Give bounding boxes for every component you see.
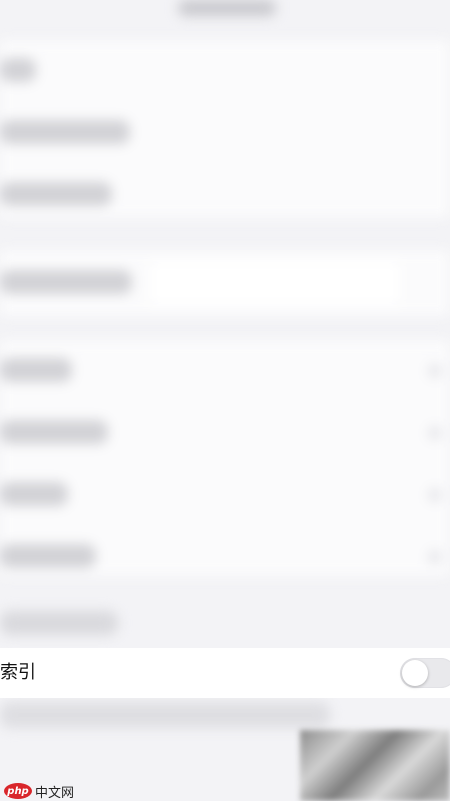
watermark-text: 中文网: [35, 785, 75, 801]
chevron-right-icon: [428, 488, 442, 502]
nav-title-placeholder: [178, 0, 276, 16]
settings-group-3: [0, 340, 450, 576]
settings-row: [0, 270, 132, 294]
watermark: php 中文网: [4, 781, 74, 801]
settings-row: [0, 120, 130, 144]
settings-row: [0, 482, 68, 506]
settings-group-1: [0, 40, 450, 218]
chevron-right-icon: [428, 426, 442, 440]
chevron-right-icon: [428, 550, 442, 564]
chevron-right-icon: [428, 364, 442, 378]
settings-row: [0, 358, 72, 382]
settings-row: [0, 58, 36, 82]
settings-row: [0, 182, 112, 206]
settings-row: [0, 544, 96, 568]
index-toggle-label: 索引: [0, 662, 36, 683]
index-toggle-switch[interactable]: [400, 658, 450, 688]
blurred-thumbnail-image: [300, 730, 450, 801]
blurred-input-field: [150, 262, 400, 304]
toggle-knob: [402, 660, 428, 686]
php-logo: php: [4, 783, 32, 799]
settings-row: [0, 420, 108, 444]
section-caption: [0, 702, 330, 728]
index-toggle-row[interactable]: 索引: [0, 648, 450, 698]
section-footer-text: [0, 611, 118, 635]
screen: 索引 php 中文网: [0, 0, 450, 801]
